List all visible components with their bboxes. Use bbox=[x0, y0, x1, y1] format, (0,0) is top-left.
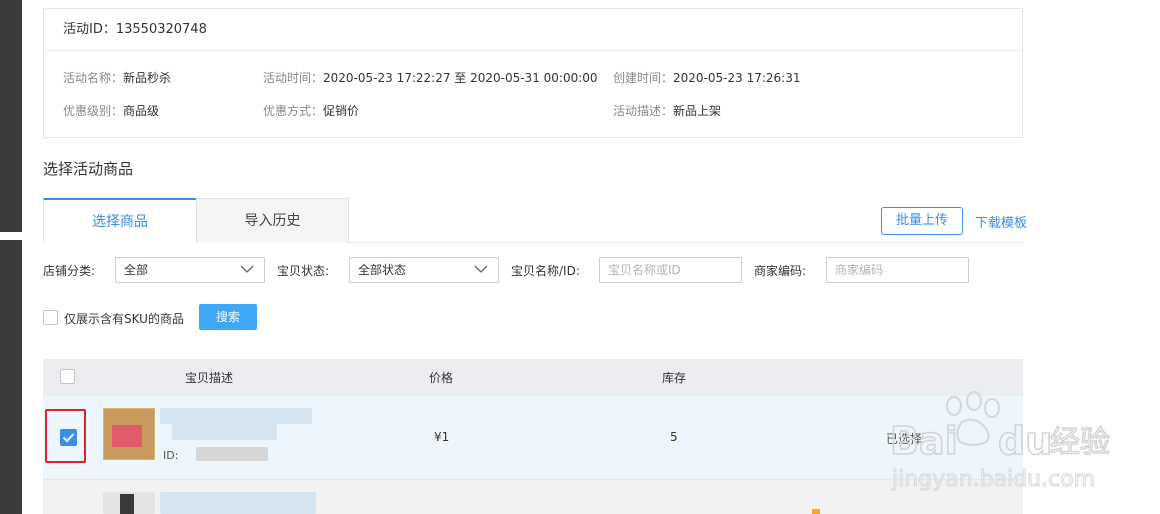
column-stock: 库存 bbox=[662, 371, 687, 385]
product-thumbnail[interactable] bbox=[103, 408, 155, 460]
item-status-value: 全部状态 bbox=[358, 263, 407, 277]
product-image-dark bbox=[120, 494, 134, 514]
chevron-down-icon bbox=[240, 265, 254, 273]
product-id-prefix: ID: bbox=[163, 449, 179, 462]
created-time: 创建时间：2020-05-23 17:26:31 bbox=[613, 69, 800, 86]
merchant-code-label: 商家编码: bbox=[754, 264, 807, 278]
left-panel-edge-bottom bbox=[0, 240, 22, 514]
watermark-brand-cn: 经验 bbox=[1050, 425, 1110, 460]
blurred-product-title-2 bbox=[160, 492, 316, 514]
activity-description-value: 新品上架 bbox=[673, 104, 722, 118]
discount-level: 优惠级别：商品级 bbox=[63, 102, 159, 119]
activity-name: 活动名称：新品秒杀 bbox=[63, 69, 171, 86]
activity-name-value: 新品秒杀 bbox=[123, 71, 172, 85]
blurred-product-title bbox=[160, 408, 312, 424]
watermark-brand-right: du bbox=[998, 419, 1052, 463]
activity-name-label: 活动名称： bbox=[63, 71, 124, 85]
download-template-link[interactable]: 下载模板 bbox=[975, 212, 1027, 231]
activity-info-card: 活动ID：13550320748 活动名称：新品秒杀 活动时间：2020-05-… bbox=[43, 8, 1023, 138]
sku-only-checkbox[interactable] bbox=[43, 310, 58, 325]
tab-divider bbox=[348, 242, 1023, 243]
search-button[interactable]: 搜索 bbox=[199, 304, 257, 330]
item-name-label: 宝贝名称/ID: bbox=[511, 264, 580, 278]
tab-select-items[interactable]: 选择商品 bbox=[43, 198, 196, 243]
shop-category-select[interactable]: 全部 bbox=[115, 257, 265, 283]
blurred-product-id bbox=[196, 447, 268, 461]
discount-method-value: 促销价 bbox=[323, 104, 360, 118]
activity-time-label: 活动时间： bbox=[263, 71, 324, 85]
column-item-description: 宝贝描述 bbox=[185, 371, 234, 385]
discount-method: 优惠方式：促销价 bbox=[263, 102, 359, 119]
section-title: 选择活动商品 bbox=[43, 160, 134, 178]
shop-category-label: 店铺分类: bbox=[43, 264, 96, 278]
merchant-code-input[interactable]: 商家编码 bbox=[826, 257, 969, 283]
item-status-select[interactable]: 全部状态 bbox=[349, 257, 499, 283]
activity-description-label: 活动描述： bbox=[613, 104, 674, 118]
activity-time-value: 2020-05-23 17:22:27 至 2020-05-31 00:00:0… bbox=[323, 71, 598, 85]
item-status-label: 宝贝状态: bbox=[277, 264, 330, 278]
shop-category-value: 全部 bbox=[124, 263, 149, 277]
sku-only-label: 仅展示含有SKU的商品 bbox=[64, 312, 184, 326]
select-all-checkbox[interactable] bbox=[60, 369, 75, 384]
discount-method-label: 优惠方式： bbox=[263, 104, 324, 118]
watermark-url: jingyan.baidu.com bbox=[891, 467, 1095, 492]
left-panel-edge-top bbox=[0, 0, 22, 232]
activity-id-header: 活动ID：13550320748 bbox=[44, 9, 1022, 51]
created-time-label: 创建时间： bbox=[613, 71, 674, 85]
activity-description: 活动描述：新品上架 bbox=[613, 102, 721, 119]
batch-upload-button[interactable]: 批量上传 bbox=[881, 207, 963, 235]
created-time-value: 2020-05-23 17:26:31 bbox=[673, 71, 801, 85]
activity-id-value: 13550320748 bbox=[115, 22, 207, 37]
row-price: ¥1 bbox=[434, 430, 450, 444]
status-indicator-icon bbox=[812, 509, 820, 514]
column-price: 价格 bbox=[429, 371, 454, 385]
discount-level-value: 商品级 bbox=[123, 104, 160, 118]
item-name-input[interactable]: 宝贝名称或ID bbox=[599, 257, 742, 283]
product-image-pixelated bbox=[112, 425, 142, 447]
row-stock: 5 bbox=[670, 430, 678, 444]
baidu-jingyan-watermark: Bai du 经验 jingyan.baidu.com bbox=[889, 390, 1111, 493]
activity-id-label: 活动ID： bbox=[63, 22, 116, 37]
chevron-down-icon bbox=[474, 265, 488, 273]
activity-time: 活动时间：2020-05-23 17:22:27 至 2020-05-31 00… bbox=[263, 69, 598, 86]
checkbox-highlight-box bbox=[45, 409, 86, 463]
watermark-brand-left: Bai bbox=[890, 419, 958, 463]
discount-level-label: 优惠级别： bbox=[63, 104, 124, 118]
tab-import-history[interactable]: 导入历史 bbox=[196, 198, 349, 243]
blurred-product-title-line2 bbox=[172, 424, 277, 440]
